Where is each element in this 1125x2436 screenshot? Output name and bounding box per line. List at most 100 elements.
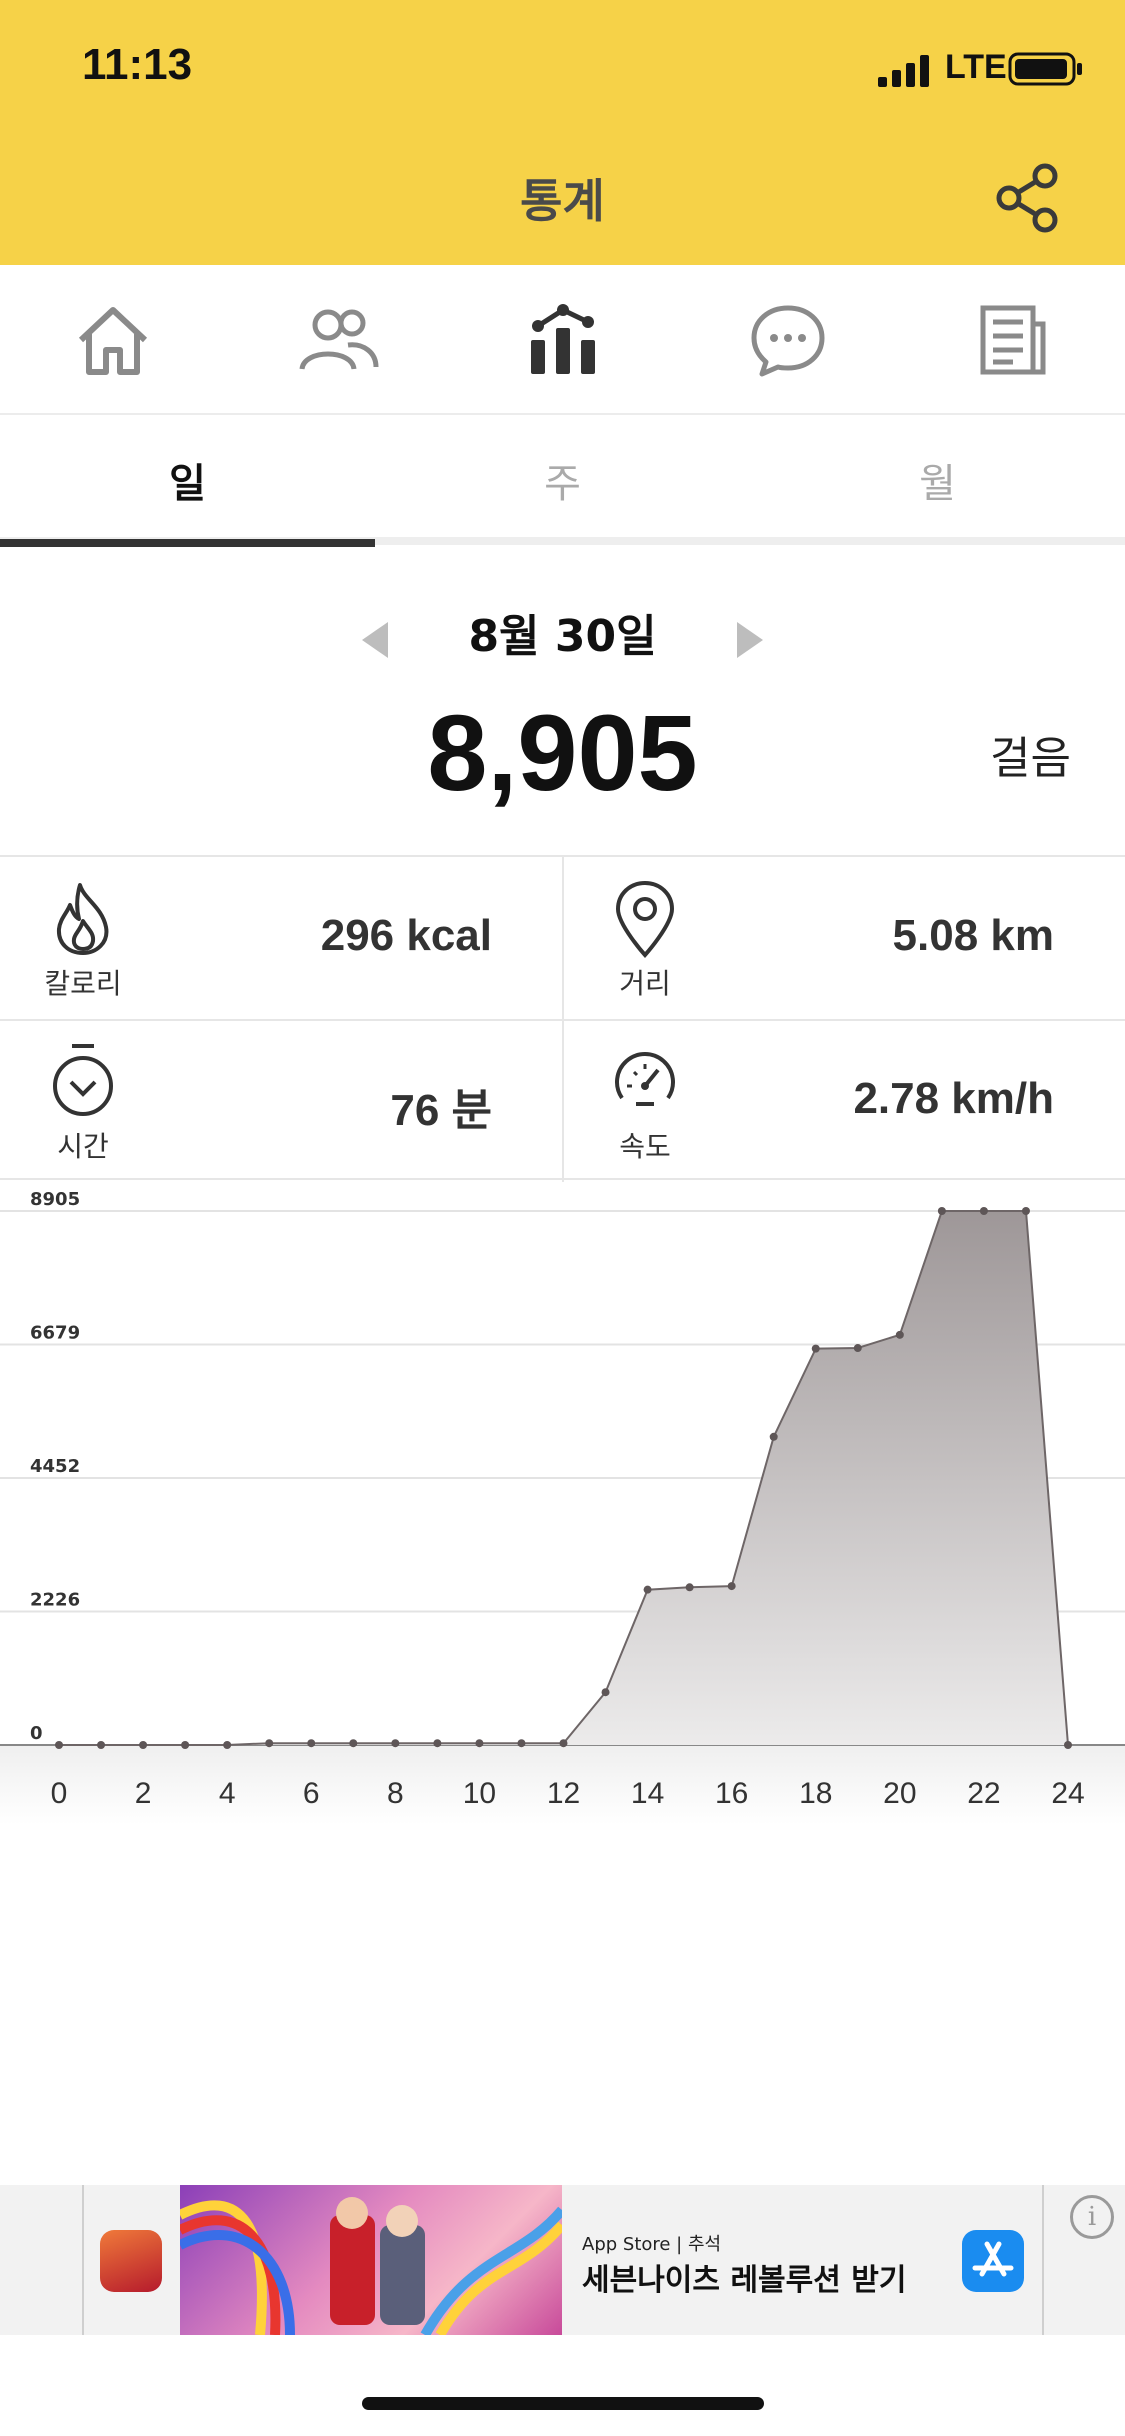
ad-store-line: App Store | 추석 — [582, 2234, 722, 2255]
nav-chat[interactable] — [675, 265, 900, 415]
distance-cell: 거리 5.08 km — [562, 857, 1124, 1019]
battery-icon — [1008, 52, 1082, 86]
data-point — [769, 1432, 778, 1441]
data-point — [139, 1741, 148, 1749]
x-tick-label: 14 — [631, 1777, 664, 1810]
x-tick-label: 8 — [387, 1777, 404, 1810]
ad-artwork — [177, 2197, 566, 2338]
time-label: 시간 — [57, 1130, 109, 1163]
news-icon — [980, 305, 1045, 375]
advertiser-logo — [100, 2230, 162, 2292]
ad-image — [177, 2185, 566, 2338]
x-tick-label: 0 — [51, 1777, 68, 1810]
speed-value: 2.78 km/h — [853, 1074, 1054, 1123]
selected-date: 8월 30일 — [468, 611, 657, 662]
calories-cell: 칼로리 296 kcal — [0, 857, 562, 1019]
nav-friends[interactable] — [225, 265, 450, 415]
tab-indicator — [0, 539, 375, 547]
ad-headline: 세븐나이츠 레볼루션 받기 — [582, 2263, 907, 2298]
data-point — [265, 1739, 274, 1748]
data-point — [601, 1688, 610, 1697]
data-point — [1021, 1207, 1030, 1215]
x-tick-label: 24 — [1051, 1777, 1084, 1810]
data-point — [97, 1741, 106, 1749]
top-bar: 11:13 LTE 통계 — [0, 0, 1125, 265]
main-nav — [0, 265, 1125, 415]
data-point — [307, 1739, 316, 1748]
x-tick-label: 16 — [715, 1777, 748, 1810]
nav-news[interactable] — [900, 265, 1125, 415]
data-point — [223, 1741, 232, 1749]
x-tick-label: 18 — [799, 1777, 832, 1810]
data-point — [643, 1585, 652, 1594]
next-day-arrow-icon[interactable] — [735, 620, 765, 660]
nav-stats[interactable] — [450, 265, 675, 415]
stats-grid: 칼로리 296 kcal 거리 5.08 km 시간 76 분 속도 2.78 … — [0, 855, 1125, 1182]
signal-icon — [878, 55, 929, 87]
time-cell: 시간 76 분 — [0, 1020, 562, 1182]
data-point — [979, 1207, 988, 1215]
page-title: 통계 — [520, 174, 605, 228]
app-store-glyph — [972, 2241, 1014, 2277]
tab-month[interactable]: 월 — [750, 415, 1125, 545]
data-point — [1064, 1741, 1072, 1749]
x-tick-label: 2 — [135, 1777, 152, 1810]
stopwatch-icon — [53, 1044, 113, 1116]
data-point — [349, 1739, 358, 1748]
data-point — [895, 1330, 904, 1339]
date-navigator: 8월 30일 — [0, 600, 1125, 680]
info-icon[interactable]: i — [1070, 2195, 1114, 2239]
step-unit: 걸음 — [990, 733, 1071, 784]
calories-label: 칼로리 — [44, 967, 122, 1000]
distance-value: 5.08 km — [892, 911, 1054, 960]
speed-label: 속도 — [619, 1130, 671, 1163]
step-count: 8,905 — [427, 692, 698, 813]
tab-day[interactable]: 일 — [0, 415, 375, 545]
y-tick-label: 2226 — [30, 1590, 80, 1611]
data-point — [811, 1344, 820, 1353]
x-tick-label: 10 — [463, 1777, 496, 1810]
friends-icon — [299, 309, 378, 370]
location-pin-icon — [615, 880, 675, 958]
data-point — [391, 1739, 400, 1748]
tab-week[interactable]: 주 — [375, 415, 750, 545]
x-tick-label: 12 — [547, 1777, 580, 1810]
calories-value: 296 kcal — [320, 911, 492, 960]
network-label: LTE — [945, 48, 1007, 86]
data-point — [517, 1739, 526, 1748]
speed-cell: 속도 2.78 km/h — [562, 1020, 1124, 1182]
speedometer-icon — [615, 1052, 675, 1106]
y-tick-label: 4452 — [30, 1456, 80, 1477]
x-tick-label: 20 — [883, 1777, 916, 1810]
data-point — [685, 1583, 694, 1592]
x-tick-label: 22 — [967, 1777, 1000, 1810]
y-tick-label: 0 — [30, 1723, 43, 1744]
data-point — [937, 1207, 946, 1215]
share-icon[interactable] — [995, 163, 1061, 233]
chat-icon — [751, 305, 824, 377]
chart-canvas: 022264452667989050 2 4 6 8 10 12 14 16 18 20 22 24 — [0, 1189, 1125, 1825]
app-store-icon[interactable] — [962, 2230, 1024, 2292]
data-point — [559, 1739, 568, 1748]
data-point — [853, 1344, 862, 1353]
x-tick-label: 6 — [303, 1777, 320, 1810]
y-tick-label: 6679 — [30, 1322, 80, 1343]
hourly-steps-chart: 0 2226 4452 6679 8905 0 2 4 6 8 10 12 14 16 18 20 22 24 — [0, 1180, 1125, 1830]
home-indicator — [362, 2397, 764, 2410]
data-point — [475, 1739, 484, 1748]
distance-label: 거리 — [619, 967, 671, 1000]
data-point — [727, 1582, 736, 1591]
home-icon — [78, 307, 147, 375]
period-tabs: 일 주 월 — [0, 415, 1125, 547]
x-tick-label: 4 — [219, 1777, 236, 1810]
nav-home[interactable] — [0, 265, 225, 415]
data-point — [433, 1739, 442, 1748]
ad-banner[interactable]: App Store | 추석 세븐나이츠 레볼루션 받기 i — [0, 2185, 1125, 2338]
y-tick-label: 8905 — [30, 1189, 80, 1210]
status-time: 11:13 — [82, 40, 193, 89]
flame-icon — [56, 883, 109, 955]
stats-icon — [530, 304, 595, 374]
data-point — [55, 1741, 63, 1749]
time-value: 76 분 — [390, 1086, 492, 1135]
ad-divider — [82, 2185, 84, 2335]
